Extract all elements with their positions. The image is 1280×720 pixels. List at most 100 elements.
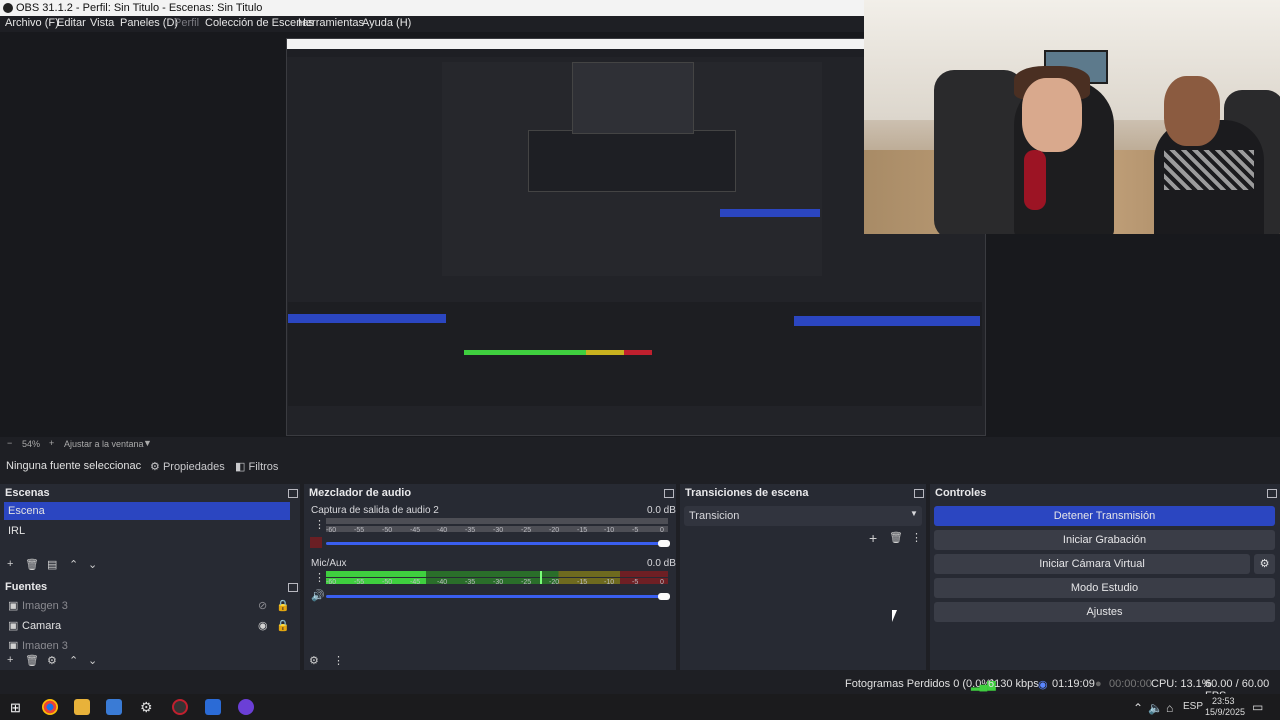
volume-slider-1[interactable] bbox=[326, 542, 666, 545]
zoom-fit-label[interactable]: Ajustar a la ventana bbox=[64, 439, 144, 449]
source-item-imagen3[interactable]: ▣ Imagen 3 ⊘ 🔒 bbox=[4, 597, 290, 615]
media-player-icon[interactable] bbox=[106, 699, 122, 715]
channel-db: 0.0 dB bbox=[647, 558, 676, 569]
dock-popout-icon[interactable] bbox=[288, 489, 298, 498]
properties-label: Propiedades bbox=[162, 461, 225, 473]
muted-speaker-icon[interactable] bbox=[310, 537, 322, 548]
eye-icon[interactable]: ◉ bbox=[258, 617, 268, 635]
source-label: Camara bbox=[22, 620, 62, 632]
volume-knob-2[interactable] bbox=[658, 593, 670, 600]
transition-select[interactable]: Transicion ▼ bbox=[684, 506, 922, 526]
kebab-menu-icon[interactable]: ⋮ bbox=[314, 571, 325, 584]
meter-tick-label: 0 bbox=[660, 527, 664, 534]
clock-date[interactable]: 15/9/2025 bbox=[1205, 707, 1245, 717]
webcam-shirt-print bbox=[1164, 150, 1254, 190]
language-indicator[interactable]: ESP bbox=[1183, 701, 1203, 712]
obs-taskbar-icon[interactable] bbox=[172, 699, 188, 715]
scene-item-escena[interactable]: Escena bbox=[4, 502, 290, 520]
dock-popout-icon[interactable] bbox=[1267, 489, 1277, 498]
record-icon: ● bbox=[1095, 678, 1102, 690]
add-source-icon[interactable]: + bbox=[7, 654, 13, 666]
dock-popout-icon[interactable] bbox=[914, 489, 924, 498]
nested-preview bbox=[442, 62, 822, 276]
kebab-menu-icon[interactable]: ⋮ bbox=[333, 654, 344, 667]
menu-ayuda[interactable]: Ayuda (H) bbox=[362, 17, 411, 29]
file-explorer-icon[interactable] bbox=[74, 699, 90, 715]
kebab-menu-icon[interactable]: ⋮ bbox=[314, 518, 325, 531]
source-item-camara[interactable]: ▣ Camara ◉ 🔒 bbox=[4, 617, 290, 635]
speaker-icon[interactable]: 🔊 bbox=[311, 589, 325, 602]
menu-archivo[interactable]: Archivo (F) bbox=[5, 17, 59, 29]
menu-herramientas[interactable]: Herramientas bbox=[298, 17, 364, 29]
trash-icon[interactable]: 🗑 bbox=[25, 558, 39, 571]
trash-icon[interactable]: 🗑 bbox=[25, 654, 39, 667]
status-bar: Fotogramas Perdidos 0 (0.0%) ▂▄▆ 6130 kb… bbox=[0, 672, 1280, 702]
source-item-imagen3-2[interactable]: ▣ Imagen 3 bbox=[4, 637, 290, 649]
add-scene-icon[interactable]: + bbox=[7, 558, 13, 570]
menu-vista[interactable]: Vista bbox=[90, 17, 114, 29]
chevron-up-icon[interactable]: ⌃ bbox=[69, 558, 78, 571]
volume-icon[interactable]: 🔈 bbox=[1148, 701, 1163, 715]
webcam-feed bbox=[864, 0, 1280, 234]
volume-slider-2[interactable] bbox=[326, 595, 666, 598]
network-icon[interactable]: ⌂ bbox=[1166, 701, 1173, 715]
menu-paneles[interactable]: Paneles (D) bbox=[120, 17, 178, 29]
settings-gear-icon[interactable]: ⚙ bbox=[140, 699, 153, 716]
nested-docks bbox=[288, 302, 982, 406]
gear-icon[interactable]: ⚙ bbox=[47, 654, 57, 667]
sources-title: Fuentes bbox=[5, 581, 48, 593]
menu-perfil[interactable]: Perfil bbox=[174, 17, 199, 29]
kebab-menu-icon[interactable]: ⋮ bbox=[911, 531, 922, 544]
studio-mode-button[interactable]: Modo Estudio bbox=[934, 578, 1275, 598]
windows-start-icon[interactable]: ⊞ bbox=[10, 700, 21, 716]
meter-tick-label: -40 bbox=[437, 579, 448, 586]
meter-tick-label: -5 bbox=[632, 527, 639, 534]
notification-icon[interactable]: ▭ bbox=[1252, 700, 1263, 714]
scene-item-irl[interactable]: IRL bbox=[4, 522, 290, 540]
chevron-up-icon[interactable]: ⌃ bbox=[69, 654, 78, 667]
stream-time: 01:19:09 bbox=[1052, 678, 1095, 690]
transitions-title: Transiciones de escena bbox=[685, 487, 809, 499]
properties-button[interactable]: ⚙ Propiedades bbox=[150, 457, 225, 477]
lock-icon[interactable]: 🔒 bbox=[276, 617, 290, 635]
chevron-down-icon[interactable]: ▼ bbox=[143, 438, 152, 448]
controls-title: Controles bbox=[935, 487, 987, 499]
meter-tick-label: -10 bbox=[604, 579, 615, 586]
zoom-out-icon[interactable]: − bbox=[7, 438, 12, 448]
app-icon-2[interactable] bbox=[238, 699, 254, 715]
eye-hidden-icon[interactable]: ⊘ bbox=[258, 597, 267, 615]
lock-icon[interactable]: 🔒 bbox=[276, 597, 290, 615]
filters-button[interactable]: ◧ Filtros bbox=[235, 457, 278, 477]
start-recording-button[interactable]: Iniciar Grabación bbox=[934, 530, 1275, 550]
volume-knob-1[interactable] bbox=[658, 540, 670, 547]
clock-time[interactable]: 23:53 bbox=[1212, 696, 1235, 706]
advanced-audio-icon[interactable]: ⚙ bbox=[309, 654, 319, 667]
audio-meter-2-level bbox=[326, 571, 426, 577]
zoom-in-icon[interactable]: + bbox=[49, 438, 54, 448]
trash-icon[interactable]: 🗑 bbox=[889, 531, 903, 544]
filters-icon[interactable]: ▤ bbox=[47, 558, 57, 571]
add-transition-icon[interactable]: + bbox=[869, 530, 877, 546]
window-title: OBS 31.1.2 - Perfil: Sin Titulo - Escena… bbox=[16, 2, 263, 14]
channel-name: Mic/Aux bbox=[311, 558, 347, 569]
nested-recursive-frame bbox=[528, 130, 736, 192]
meter-tick-label: -25 bbox=[521, 527, 532, 534]
dock-popout-icon[interactable] bbox=[288, 583, 298, 592]
chevron-down-icon[interactable]: ⌄ bbox=[88, 558, 97, 571]
meter-tick-label: -15 bbox=[577, 579, 588, 586]
settings-button[interactable]: Ajustes bbox=[934, 602, 1275, 622]
chevron-down-icon[interactable]: ⌄ bbox=[88, 654, 97, 667]
chevron-up-icon[interactable]: ⌃ bbox=[1133, 701, 1143, 715]
scenes-title: Escenas bbox=[5, 487, 50, 499]
menu-editar[interactable]: Editar bbox=[57, 17, 86, 29]
chrome-icon[interactable] bbox=[42, 699, 58, 715]
app-icon[interactable] bbox=[205, 699, 221, 715]
taskbar bbox=[0, 694, 1280, 720]
dock-popout-icon[interactable] bbox=[664, 489, 674, 498]
stream-icon: ◉ bbox=[1038, 679, 1048, 691]
start-virtual-camera-button[interactable]: Iniciar Cámara Virtual bbox=[934, 554, 1250, 574]
virtual-camera-settings-button[interactable]: ⚙ bbox=[1254, 554, 1275, 574]
meter-tick-label: -55 bbox=[354, 527, 365, 534]
stop-streaming-button[interactable]: Detener Transmisión bbox=[934, 506, 1275, 526]
meter-tick-label: -50 bbox=[382, 579, 393, 586]
